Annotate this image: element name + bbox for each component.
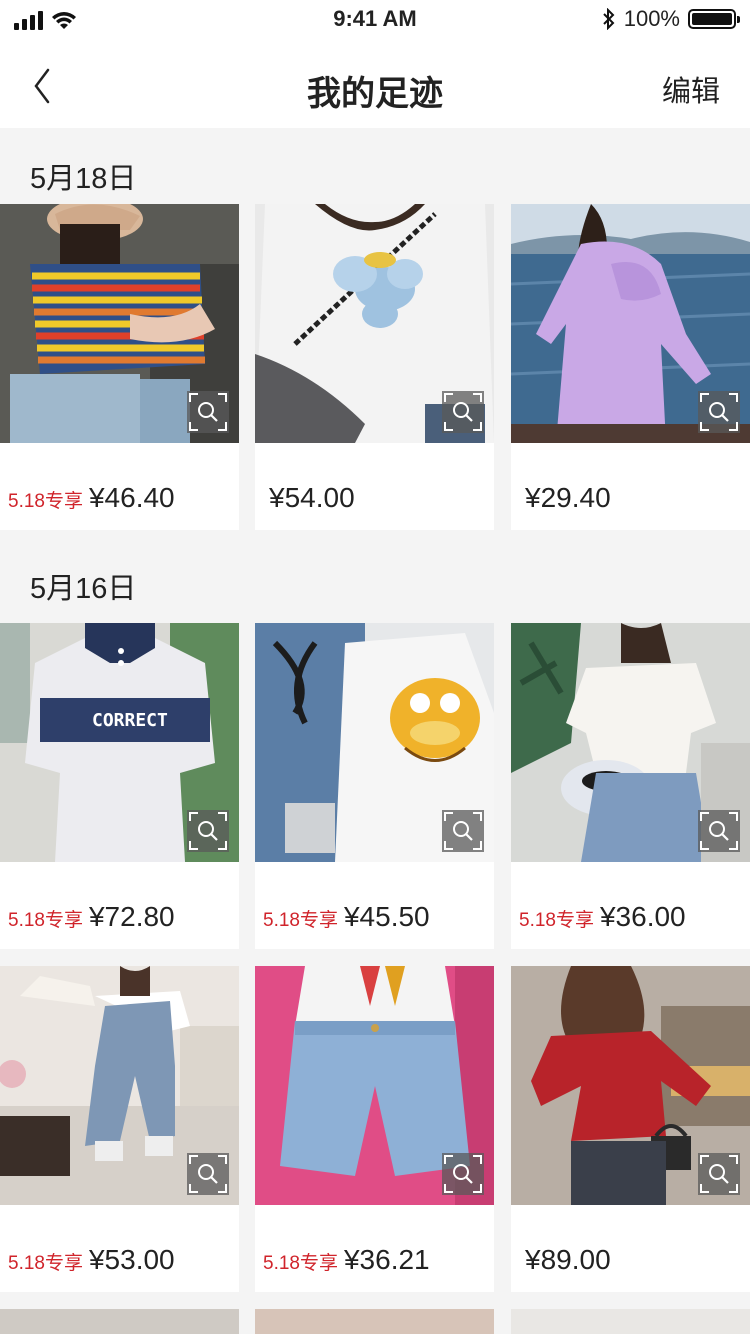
price-label: ¥29.40 xyxy=(525,482,611,513)
image-search-icon xyxy=(189,393,227,431)
image-search-button[interactable] xyxy=(187,810,229,852)
promo-label: 5.18专享 xyxy=(8,910,83,931)
promo-label: 5.18专享 xyxy=(519,910,594,931)
print-text: CORRECT xyxy=(92,710,168,731)
product-card[interactable]: 5.18专享 ¥53.00 xyxy=(0,966,239,1292)
nav-bar: 我的足迹 编辑 xyxy=(0,40,750,128)
price-row: 5.18专享 ¥53.00 xyxy=(8,1244,175,1276)
price-label: ¥89.00 xyxy=(525,1244,611,1275)
battery-level xyxy=(692,13,732,25)
product-photo-partial[interactable] xyxy=(511,1309,750,1334)
product-card[interactable]: ¥29.40 xyxy=(511,204,750,530)
battery-icon xyxy=(688,9,740,29)
edit-button[interactable]: 编辑 xyxy=(662,68,720,110)
image-search-icon xyxy=(444,393,482,431)
product-card[interactable]: ¥54.00 xyxy=(255,204,494,530)
section-date: 5月18日 xyxy=(30,163,137,195)
price-label: ¥72.80 xyxy=(88,901,175,932)
promo-label: 5.18专享 xyxy=(8,491,83,512)
promo-label: 5.18专享 xyxy=(8,1253,83,1274)
price-label: ¥46.40 xyxy=(88,482,175,513)
image-search-button[interactable] xyxy=(698,1153,740,1195)
product-photo-partial[interactable] xyxy=(255,1309,494,1334)
price-row: ¥29.40 xyxy=(525,482,611,514)
price-label: ¥36.21 xyxy=(343,1244,430,1275)
product-card[interactable]: 5.18专享 ¥36.00 xyxy=(511,623,750,949)
image-search-button[interactable] xyxy=(442,1153,484,1195)
price-label: ¥54.00 xyxy=(269,482,355,513)
image-search-icon xyxy=(444,812,482,850)
image-search-icon xyxy=(189,812,227,850)
promo-label: 5.18专享 xyxy=(263,1253,338,1274)
product-card-partial[interactable] xyxy=(0,1309,239,1334)
image-search-button[interactable] xyxy=(698,810,740,852)
price-row: 5.18专享 ¥36.00 xyxy=(519,901,686,933)
status-right: 100% xyxy=(602,6,740,32)
image-search-button[interactable] xyxy=(698,391,740,433)
product-card-partial[interactable] xyxy=(511,1309,750,1334)
product-card[interactable]: 5.18专享 ¥45.50 xyxy=(255,623,494,949)
image-search-icon xyxy=(189,1155,227,1193)
image-search-icon xyxy=(700,1155,738,1193)
status-bar: 9:41 AM 100% xyxy=(0,0,750,40)
image-search-icon xyxy=(700,393,738,431)
price-row: 5.18专享 ¥72.80 xyxy=(8,901,175,933)
price-row: ¥89.00 xyxy=(525,1244,611,1276)
image-search-button[interactable] xyxy=(442,391,484,433)
bluetooth-icon xyxy=(603,8,615,30)
image-search-button[interactable] xyxy=(187,1153,229,1195)
image-search-icon xyxy=(444,1155,482,1193)
image-search-button[interactable] xyxy=(442,810,484,852)
product-card[interactable]: ¥89.00 xyxy=(511,966,750,1292)
price-row: 5.18专享 ¥45.50 xyxy=(263,901,430,933)
product-card[interactable]: 5.18专享 ¥36.21 xyxy=(255,966,494,1292)
price-row: ¥54.00 xyxy=(269,482,355,514)
price-row: 5.18专享 ¥36.21 xyxy=(263,1244,430,1276)
product-card-partial[interactable] xyxy=(255,1309,494,1334)
battery-percent: 100% xyxy=(623,6,680,31)
product-card[interactable]: CORRECT 5.18专享 ¥72.80 xyxy=(0,623,239,949)
promo-label: 5.18专享 xyxy=(263,910,338,931)
product-card[interactable]: 5.18专享 ¥46.40 xyxy=(0,204,239,530)
price-row: 5.18专享 ¥46.40 xyxy=(8,482,175,514)
section-date: 5月16日 xyxy=(30,573,137,605)
product-photo-partial[interactable] xyxy=(0,1309,239,1334)
price-label: ¥36.00 xyxy=(599,901,686,932)
page-title: 我的足迹 xyxy=(307,75,443,113)
image-search-icon xyxy=(700,812,738,850)
price-label: ¥45.50 xyxy=(343,901,430,932)
image-search-button[interactable] xyxy=(187,391,229,433)
price-label: ¥53.00 xyxy=(88,1244,175,1275)
